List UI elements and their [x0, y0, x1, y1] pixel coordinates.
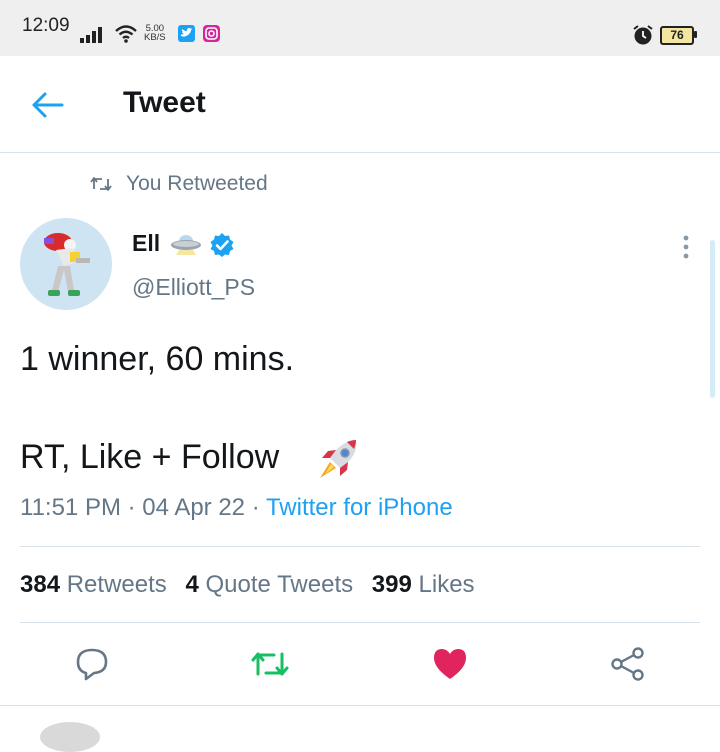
tweet-text-line2: RT, Like + Follow [20, 438, 280, 476]
battery-icon: 76 [660, 26, 694, 45]
author-handle[interactable]: @Elliott_PS [132, 274, 255, 301]
scrollbar[interactable] [710, 240, 715, 398]
network-speed: 5.00 KB/S [144, 24, 166, 43]
retweets-count: 384 [20, 571, 61, 598]
retweet-context[interactable]: You Retweeted [90, 172, 268, 196]
tweet-source-link[interactable]: Twitter for iPhone [266, 494, 453, 521]
rocket-icon [320, 440, 357, 478]
heart-icon[interactable] [430, 646, 470, 682]
share-icon[interactable] [608, 646, 648, 682]
retweets-stat[interactable]: 384 Retweets [20, 571, 167, 598]
tweet-stats: 384 Retweets 4 Quote Tweets 399 Likes [20, 571, 487, 599]
quotes-count: 4 [185, 571, 199, 598]
avatar[interactable] [20, 218, 112, 310]
retweets-label: Retweets [66, 571, 167, 598]
retweet-context-label: You Retweeted [126, 172, 268, 195]
wifi-icon [115, 25, 137, 43]
verified-badge-icon [210, 233, 234, 257]
next-tweet-avatar[interactable] [40, 722, 100, 752]
signal-icon [80, 27, 102, 43]
arrow-left-icon[interactable] [28, 89, 68, 121]
twitter-app-icon [178, 25, 195, 42]
retweet-icon[interactable] [250, 646, 290, 682]
divider [20, 546, 700, 547]
tweet-date: 04 Apr 22 [142, 494, 246, 521]
tweet-text-line1: 1 winner, 60 mins. [20, 340, 295, 378]
network-speed-unit: KB/S [144, 32, 166, 43]
meta-separator: · [120, 494, 143, 521]
divider [20, 622, 700, 623]
battery-tip [694, 31, 697, 38]
alarm-icon [633, 25, 653, 45]
page-title: Tweet [123, 86, 206, 119]
ufo-icon [171, 235, 201, 255]
likes-label: Likes [418, 571, 475, 598]
tweet-time: 11:51 PM [20, 494, 121, 521]
app-header: Tweet [0, 56, 720, 153]
author-name[interactable]: Ell [132, 230, 160, 257]
status-time: 12:09 [22, 15, 70, 36]
reply-icon[interactable] [72, 646, 112, 682]
status-bar: 12:09 5.00 KB/S 76 [0, 0, 720, 56]
instagram-app-icon [203, 25, 220, 42]
likes-stat[interactable]: 399 Likes [372, 571, 475, 598]
divider [0, 705, 720, 706]
quotes-stat[interactable]: 4 Quote Tweets [185, 571, 353, 598]
retweet-icon [90, 177, 112, 191]
more-options-icon[interactable] [676, 234, 696, 260]
meta-separator: · [245, 494, 266, 521]
tweet-meta: 11:51 PM · 04 Apr 22 · Twitter for iPhon… [20, 494, 453, 522]
likes-count: 399 [371, 571, 412, 598]
quotes-label: Quote Tweets [205, 571, 354, 598]
